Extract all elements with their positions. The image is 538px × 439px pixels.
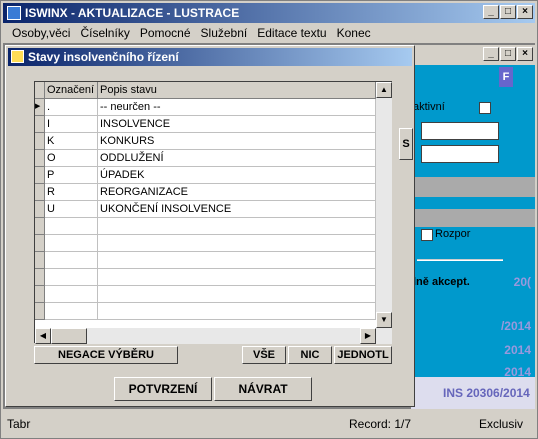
- row-selector[interactable]: [35, 269, 45, 286]
- main-window: ISWINX - AKTUALIZACE - LUSTRACE _ □ × Os…: [0, 0, 538, 439]
- bg-input-1[interactable]: [421, 122, 499, 140]
- row-selector[interactable]: [35, 184, 45, 201]
- cell-oznaceni[interactable]: [45, 269, 98, 286]
- bg-segment-1: [411, 177, 535, 197]
- bg-minimize-button[interactable]: _: [483, 47, 499, 61]
- cell-oznaceni[interactable]: P: [45, 167, 98, 184]
- purple-value-1: 20(: [513, 275, 531, 289]
- dialog-titlebar: Stavy insolvenčního řízení: [8, 48, 412, 66]
- row-selector[interactable]: [35, 303, 45, 320]
- menu-ciselniky[interactable]: Číselníky: [75, 24, 134, 43]
- row-selector[interactable]: [35, 201, 45, 218]
- close-button[interactable]: ×: [517, 5, 533, 19]
- horizontal-scrollbar[interactable]: ◀ ▶: [35, 328, 376, 344]
- cell-popis[interactable]: INSOLVENCE: [98, 116, 376, 133]
- f-button[interactable]: F: [499, 67, 513, 87]
- cell-popis[interactable]: [98, 303, 376, 320]
- background-window: _ □ × F aktivní Rozpor lně akcept. 20( /…: [411, 45, 535, 409]
- scroll-up-icon[interactable]: ▲: [376, 82, 392, 98]
- scroll-down-icon[interactable]: ▼: [376, 312, 392, 328]
- cell-popis[interactable]: -- neurčen --: [98, 99, 376, 116]
- menu-pomocne[interactable]: Pomocné: [135, 24, 196, 43]
- dialog-title: Stavy insolvenčního řízení: [28, 50, 179, 64]
- column-header-oznaceni[interactable]: Označení: [45, 82, 98, 99]
- row-selector[interactable]: [35, 252, 45, 269]
- ins-field: INS 20306/2014: [411, 377, 535, 409]
- vertical-scrollbar[interactable]: ▲ ▼: [376, 82, 392, 344]
- purple-value-2: /2014: [500, 319, 531, 333]
- menu-konec[interactable]: Konec: [332, 24, 376, 43]
- cell-oznaceni[interactable]: O: [45, 150, 98, 167]
- scroll-left-icon[interactable]: ◀: [35, 328, 51, 344]
- app-icon: [7, 6, 21, 20]
- row-selector[interactable]: [35, 286, 45, 303]
- bg-input-2[interactable]: [421, 145, 499, 163]
- side-s-button[interactable]: S: [399, 128, 413, 160]
- cell-oznaceni[interactable]: [45, 303, 98, 320]
- vse-button[interactable]: VŠE: [242, 346, 286, 364]
- cell-popis[interactable]: ODDLUŽENÍ: [98, 150, 376, 167]
- row-selector[interactable]: [35, 218, 45, 235]
- cell-oznaceni[interactable]: R: [45, 184, 98, 201]
- bg-close-button[interactable]: ×: [517, 47, 533, 61]
- cell-popis[interactable]: REORGANIZACE: [98, 184, 376, 201]
- cell-oznaceni[interactable]: [45, 252, 98, 269]
- horizontal-scroll-thumb[interactable]: [51, 328, 87, 344]
- states-grid: Označení Popis stavu ▶. -- neurčen -- I INS…: [34, 81, 392, 344]
- status-right: Exclusiv: [479, 417, 524, 431]
- cell-popis[interactable]: [98, 235, 376, 252]
- rozpor-label: Rozpor: [435, 228, 471, 240]
- divider-2: [417, 259, 503, 261]
- rozpor-checkbox[interactable]: [421, 229, 433, 241]
- cell-oznaceni[interactable]: K: [45, 133, 98, 150]
- menu-osoby[interactable]: Osoby,věci: [7, 24, 75, 43]
- dialog-icon: [11, 50, 24, 63]
- negace-vyberu-button[interactable]: NEGACE VÝBĚRU: [34, 346, 178, 364]
- app-title: ISWINX - AKTUALIZACE - LUSTRACE: [25, 6, 240, 20]
- cell-oznaceni[interactable]: .: [45, 99, 98, 116]
- cell-oznaceni[interactable]: U: [45, 201, 98, 218]
- stavy-dialog: Stavy insolvenčního řízení Označení Popi…: [5, 45, 415, 407]
- bg-segment-2: [411, 209, 535, 227]
- row-selector[interactable]: [35, 235, 45, 252]
- nic-button[interactable]: NIC: [288, 346, 332, 364]
- status-record: Record: 1/7: [349, 417, 412, 431]
- menu-bar: Osoby,věci Číselníky Pomocné Služební Ed…: [3, 24, 535, 43]
- row-selector[interactable]: [35, 116, 45, 133]
- app-titlebar: ISWINX - AKTUALIZACE - LUSTRACE _ □ ×: [3, 3, 535, 23]
- navrat-button[interactable]: NÁVRAT: [214, 377, 312, 401]
- row-selector[interactable]: [35, 133, 45, 150]
- akcept-label: lně akcept.: [413, 276, 470, 288]
- maximize-button[interactable]: □: [500, 5, 516, 19]
- potvrzeni-button[interactable]: POTVRZENÍ: [114, 377, 212, 401]
- cell-popis[interactable]: KONKURS: [98, 133, 376, 150]
- cell-popis[interactable]: [98, 252, 376, 269]
- cell-popis[interactable]: UKONČENÍ INSOLVENCE: [98, 201, 376, 218]
- status-left: Tabr: [7, 417, 31, 431]
- cell-popis[interactable]: [98, 269, 376, 286]
- row-selector[interactable]: ▶: [35, 99, 45, 116]
- cell-oznaceni[interactable]: [45, 235, 98, 252]
- purple-value-3: 2014: [504, 343, 531, 357]
- jednotl-button[interactable]: JEDNOTL: [334, 346, 392, 364]
- cell-popis[interactable]: [98, 218, 376, 235]
- cell-oznaceni[interactable]: [45, 218, 98, 235]
- aktivni-label: aktivní: [413, 101, 445, 113]
- menu-sluzebni[interactable]: Služební: [196, 24, 253, 43]
- aktivni-checkbox[interactable]: [479, 102, 491, 114]
- column-header-popis[interactable]: Popis stavu: [98, 82, 376, 99]
- cell-oznaceni[interactable]: [45, 286, 98, 303]
- cell-popis[interactable]: ÚPADEK: [98, 167, 376, 184]
- minimize-button[interactable]: _: [483, 5, 499, 19]
- row-selector-header: [35, 82, 45, 99]
- scroll-right-icon[interactable]: ▶: [360, 328, 376, 344]
- background-window-titlebar: _ □ ×: [411, 45, 535, 65]
- row-selector[interactable]: [35, 167, 45, 184]
- menu-editace[interactable]: Editace textu: [252, 24, 331, 43]
- cell-popis[interactable]: [98, 286, 376, 303]
- row-selector[interactable]: [35, 150, 45, 167]
- cell-oznaceni[interactable]: I: [45, 116, 98, 133]
- bg-maximize-button[interactable]: □: [500, 47, 516, 61]
- status-bar: Tabr Record: 1/7 Exclusiv: [3, 411, 535, 437]
